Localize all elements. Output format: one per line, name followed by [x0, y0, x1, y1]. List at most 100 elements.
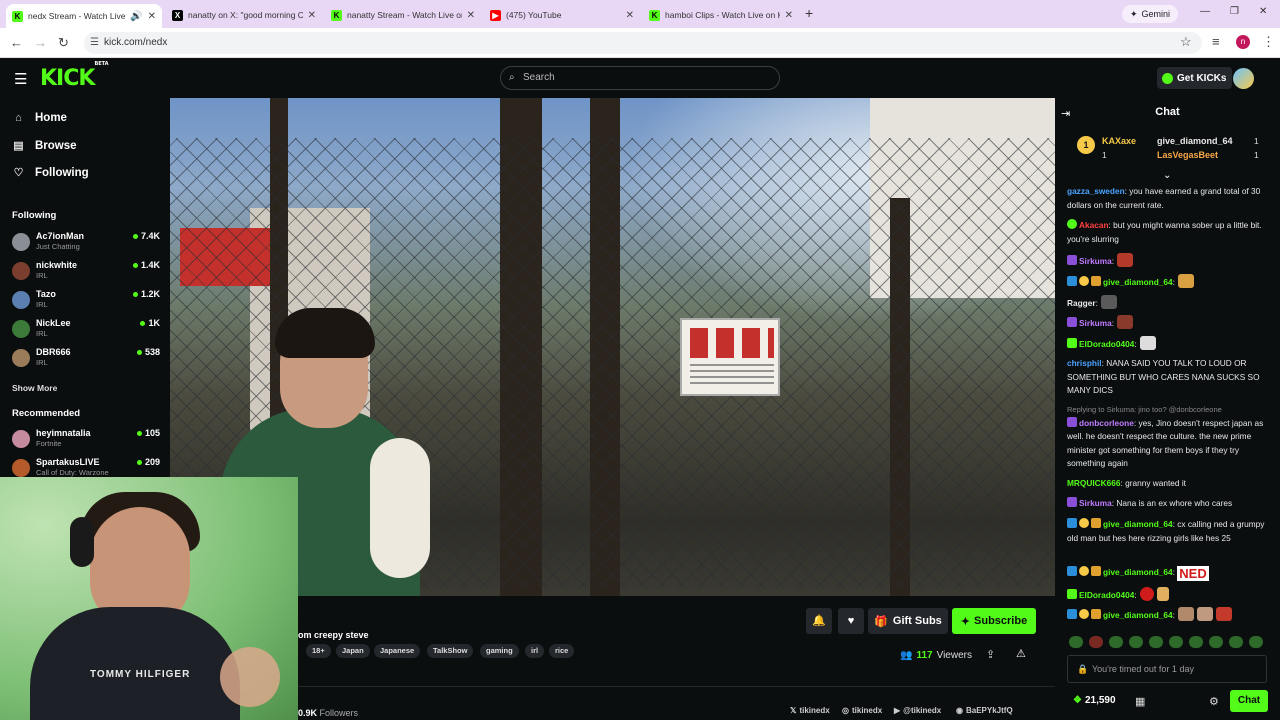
- sidebar-item-browse[interactable]: ▤ Browse: [12, 139, 76, 153]
- chat-username[interactable]: donbcorleone: [1079, 418, 1134, 428]
- social-link-youtube[interactable]: ▶ @tikinedx: [894, 706, 941, 715]
- video-player[interactable]: [170, 98, 1055, 596]
- stream-tag[interactable]: TalkShow: [427, 644, 474, 658]
- stream-tag[interactable]: irl: [525, 644, 545, 658]
- show-more-link[interactable]: Show More: [12, 383, 57, 393]
- emote-icon[interactable]: [1249, 636, 1263, 648]
- share-icon[interactable]: ⇪: [986, 648, 995, 661]
- stream-tag[interactable]: rice: [549, 644, 575, 658]
- follow-heart-icon[interactable]: ♥: [838, 608, 864, 634]
- minimize-icon[interactable]: —: [1200, 6, 1210, 17]
- followed-channel[interactable]: nickwhite IRL 1.4K: [12, 259, 160, 287]
- gifter-name[interactable]: KAXaxe: [1102, 136, 1136, 146]
- close-tab-icon[interactable]: ✕: [785, 10, 793, 21]
- chat-username[interactable]: MRQUICK666: [1067, 478, 1120, 488]
- chat-input[interactable]: 🔒 You're timed out for 1 day: [1067, 655, 1267, 683]
- emote-icon[interactable]: [1189, 636, 1203, 648]
- settings-gear-icon[interactable]: ⚙: [1209, 695, 1219, 708]
- bot-badge-icon: [1091, 609, 1101, 619]
- chat-username[interactable]: gazza_sweden: [1067, 186, 1125, 196]
- gemini-button[interactable]: ✦ Gemini: [1122, 5, 1179, 23]
- chat-username[interactable]: chrisphil: [1067, 358, 1102, 368]
- chat-username[interactable]: Sirkuma: [1079, 256, 1112, 266]
- live-dot-icon: [132, 233, 138, 239]
- gifter-name[interactable]: LasVegasBeet: [1157, 150, 1218, 160]
- notification-bell-icon[interactable]: 🔔: [806, 608, 832, 634]
- chat-username[interactable]: give_diamond_64: [1103, 519, 1173, 529]
- site-info-icon[interactable]: ☰: [90, 32, 99, 54]
- close-tab-icon[interactable]: ✕: [148, 11, 156, 22]
- gift-leaderboard: 1 KAXaxe 1 give_diamond_64 1 LasVegasBee…: [1067, 132, 1272, 168]
- stream-tag[interactable]: 18+: [306, 644, 331, 658]
- stream-tag[interactable]: Japan: [336, 644, 370, 658]
- speaker-icon[interactable]: 🔊: [130, 11, 142, 22]
- menu-dots-icon[interactable]: ⋮: [1262, 34, 1275, 50]
- chat-username[interactable]: Sirkuma: [1079, 318, 1112, 328]
- chevron-down-icon[interactable]: ⌄: [1163, 170, 1171, 181]
- subscribe-button[interactable]: ✦ Subscribe: [952, 608, 1036, 634]
- hamburger-menu-icon[interactable]: ☰: [14, 70, 27, 88]
- stream-tag[interactable]: Japanese: [374, 644, 421, 658]
- user-avatar[interactable]: [1233, 68, 1254, 89]
- store-icon[interactable]: ▦: [1135, 695, 1145, 708]
- chat-username[interactable]: give_diamond_64: [1103, 567, 1173, 577]
- forward-icon[interactable]: →: [34, 35, 47, 50]
- social-link-discord[interactable]: ◉ BaEPYkJtfQ: [956, 706, 1013, 715]
- followed-channel[interactable]: Tazo IRL 1.2K: [12, 288, 160, 316]
- followed-channel[interactable]: DBR666 IRL 538: [12, 346, 160, 374]
- social-link-x[interactable]: 𝕏tikinedx: [790, 706, 830, 715]
- kicks-balance[interactable]: ❖ 21,590: [1073, 695, 1116, 706]
- gift-subs-button[interactable]: 🎁 Gift Subs: [868, 608, 948, 634]
- browser-profile-avatar[interactable]: n: [1236, 35, 1250, 49]
- emote-icon[interactable]: [1169, 636, 1183, 648]
- gifter-name[interactable]: give_diamond_64: [1157, 136, 1233, 146]
- browser-tab-nanatty[interactable]: K nanatty Stream - Watch Live or ✕: [325, 4, 481, 26]
- sidebar-item-home[interactable]: ⌂ Home: [12, 112, 67, 124]
- get-kicks-button[interactable]: Get KICKs: [1157, 67, 1233, 89]
- close-tab-icon[interactable]: ✕: [467, 10, 475, 21]
- close-tab-icon[interactable]: ✕: [626, 10, 634, 21]
- followed-channel[interactable]: NickLee IRL 1K: [12, 317, 160, 345]
- x-icon: 𝕏: [790, 706, 797, 715]
- chat-username[interactable]: Akacan: [1079, 220, 1109, 230]
- emote-icon[interactable]: [1089, 636, 1103, 648]
- tab-title: nanatty on X: "good morning C: [188, 10, 303, 20]
- media-icon[interactable]: ≡: [1212, 34, 1220, 49]
- chat-username[interactable]: ElDorado0404: [1079, 339, 1134, 349]
- browser-tab-youtube[interactable]: ▶ (475) YouTube ✕: [484, 4, 640, 26]
- social-label: tikinedx: [851, 706, 883, 715]
- chat-username[interactable]: give_diamond_64: [1103, 610, 1173, 620]
- new-tab-icon[interactable]: +: [805, 5, 813, 21]
- reload-icon[interactable]: ↻: [58, 35, 69, 51]
- social-label: @tikinedx: [903, 706, 942, 715]
- chat-username[interactable]: Sirkuma: [1079, 498, 1112, 508]
- back-icon[interactable]: ←: [10, 35, 23, 50]
- close-window-icon[interactable]: ✕: [1259, 6, 1267, 17]
- recommended-channel[interactable]: heyimnatalia Fortnite 105: [12, 427, 160, 455]
- report-icon[interactable]: ⚠: [1016, 647, 1026, 660]
- chat-username[interactable]: ElDorado0404: [1079, 590, 1134, 600]
- sidebar-item-following[interactable]: ♡ Following: [12, 166, 89, 180]
- emote-icon[interactable]: [1109, 636, 1123, 648]
- bookmark-star-icon[interactable]: ☆: [1180, 34, 1192, 50]
- kick-logo[interactable]: KICKBETA: [40, 61, 109, 91]
- close-tab-icon[interactable]: ✕: [308, 10, 316, 21]
- emote-icon[interactable]: [1129, 636, 1143, 648]
- reply-context[interactable]: Replying to Sirkuma: jino too? @donbcorl…: [1067, 403, 1272, 417]
- chat-username[interactable]: give_diamond_64: [1103, 277, 1173, 287]
- url-field[interactable]: ☰ kick.com/nedx: [84, 32, 1202, 54]
- browser-tab-x[interactable]: X nanatty on X: "good morning C ✕: [166, 4, 322, 26]
- emote-icon[interactable]: [1149, 636, 1163, 648]
- browser-tab-hamboi[interactable]: K hamboi Clips - Watch Live on K ✕: [643, 4, 799, 26]
- social-link-instagram[interactable]: ◎ tikinedx: [842, 706, 882, 715]
- emote-icon[interactable]: [1229, 636, 1243, 648]
- maximize-icon[interactable]: ❐: [1230, 6, 1239, 17]
- followed-channel[interactable]: Ac7ionMan Just Chatting 7.4K: [12, 230, 160, 258]
- stream-tag[interactable]: gaming: [480, 644, 519, 658]
- search-input[interactable]: ⌕ Search: [500, 66, 780, 90]
- emote-icon[interactable]: [1209, 636, 1223, 648]
- chat-username[interactable]: Ragger: [1067, 298, 1096, 308]
- chat-send-button[interactable]: Chat: [1230, 690, 1268, 712]
- emote-icon[interactable]: [1069, 636, 1083, 648]
- browser-tab-nedx[interactable]: K nedx Stream - Watch Live o 🔊 ✕: [6, 4, 162, 28]
